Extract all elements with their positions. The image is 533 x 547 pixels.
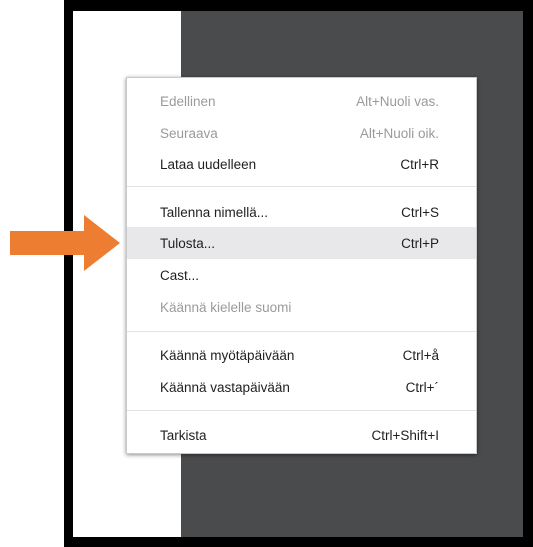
menu-item-shortcut: Ctrl+R — [400, 156, 439, 172]
menu-item-label: Tallenna nimellä... — [160, 204, 269, 220]
menu-item-shortcut: Alt+Nuoli oik. — [359, 125, 439, 141]
menu-item-shortcut: Ctrl+´ — [405, 379, 439, 395]
menu-item-reload[interactable]: Lataa uudelleen Ctrl+R — [127, 148, 476, 180]
menu-item-label: Käännä myötäpäivään — [160, 347, 295, 363]
right-arrow-icon — [10, 215, 120, 271]
menu-item-save-as[interactable]: Tallenna nimellä... Ctrl+S — [127, 196, 476, 228]
menu-item-rotate-clockwise[interactable]: Käännä myötäpäivään Ctrl+å — [127, 339, 476, 371]
menu-separator — [127, 331, 476, 332]
menu-item-shortcut: Ctrl+S — [401, 204, 439, 220]
menu-item-label: Tulosta... — [160, 235, 216, 251]
menu-item-label: Käännä vastapäivään — [160, 379, 290, 395]
menu-item-forward[interactable]: Seuraava Alt+Nuoli oik. — [127, 117, 476, 149]
menu-item-label: Edellinen — [160, 93, 216, 109]
menu-item-back[interactable]: Edellinen Alt+Nuoli vas. — [127, 85, 476, 117]
menu-item-label: Lataa uudelleen — [160, 156, 257, 172]
menu-item-inspect[interactable]: Tarkista Ctrl+Shift+I — [127, 419, 476, 451]
menu-item-label: Käännä kielelle suomi — [160, 299, 292, 315]
menu-separator — [127, 410, 476, 411]
menu-item-shortcut: Ctrl+P — [401, 235, 439, 251]
menu-item-label: Tarkista — [160, 427, 207, 443]
menu-item-label: Seuraava — [160, 125, 218, 141]
menu-item-translate[interactable]: Käännä kielelle suomi — [127, 291, 476, 323]
menu-item-shortcut: Alt+Nuoli vas. — [356, 93, 439, 109]
menu-item-rotate-counterclockwise[interactable]: Käännä vastapäivään Ctrl+´ — [127, 371, 476, 403]
menu-item-shortcut: Ctrl+å — [402, 347, 439, 363]
context-menu: Edellinen Alt+Nuoli vas. Seuraava Alt+Nu… — [126, 77, 477, 454]
menu-item-label: Cast... — [160, 267, 200, 283]
menu-item-print[interactable]: Tulosta... Ctrl+P — [127, 227, 476, 259]
menu-separator — [127, 186, 476, 187]
menu-item-shortcut: Ctrl+Shift+I — [371, 427, 439, 443]
menu-item-cast[interactable]: Cast... — [127, 259, 476, 291]
